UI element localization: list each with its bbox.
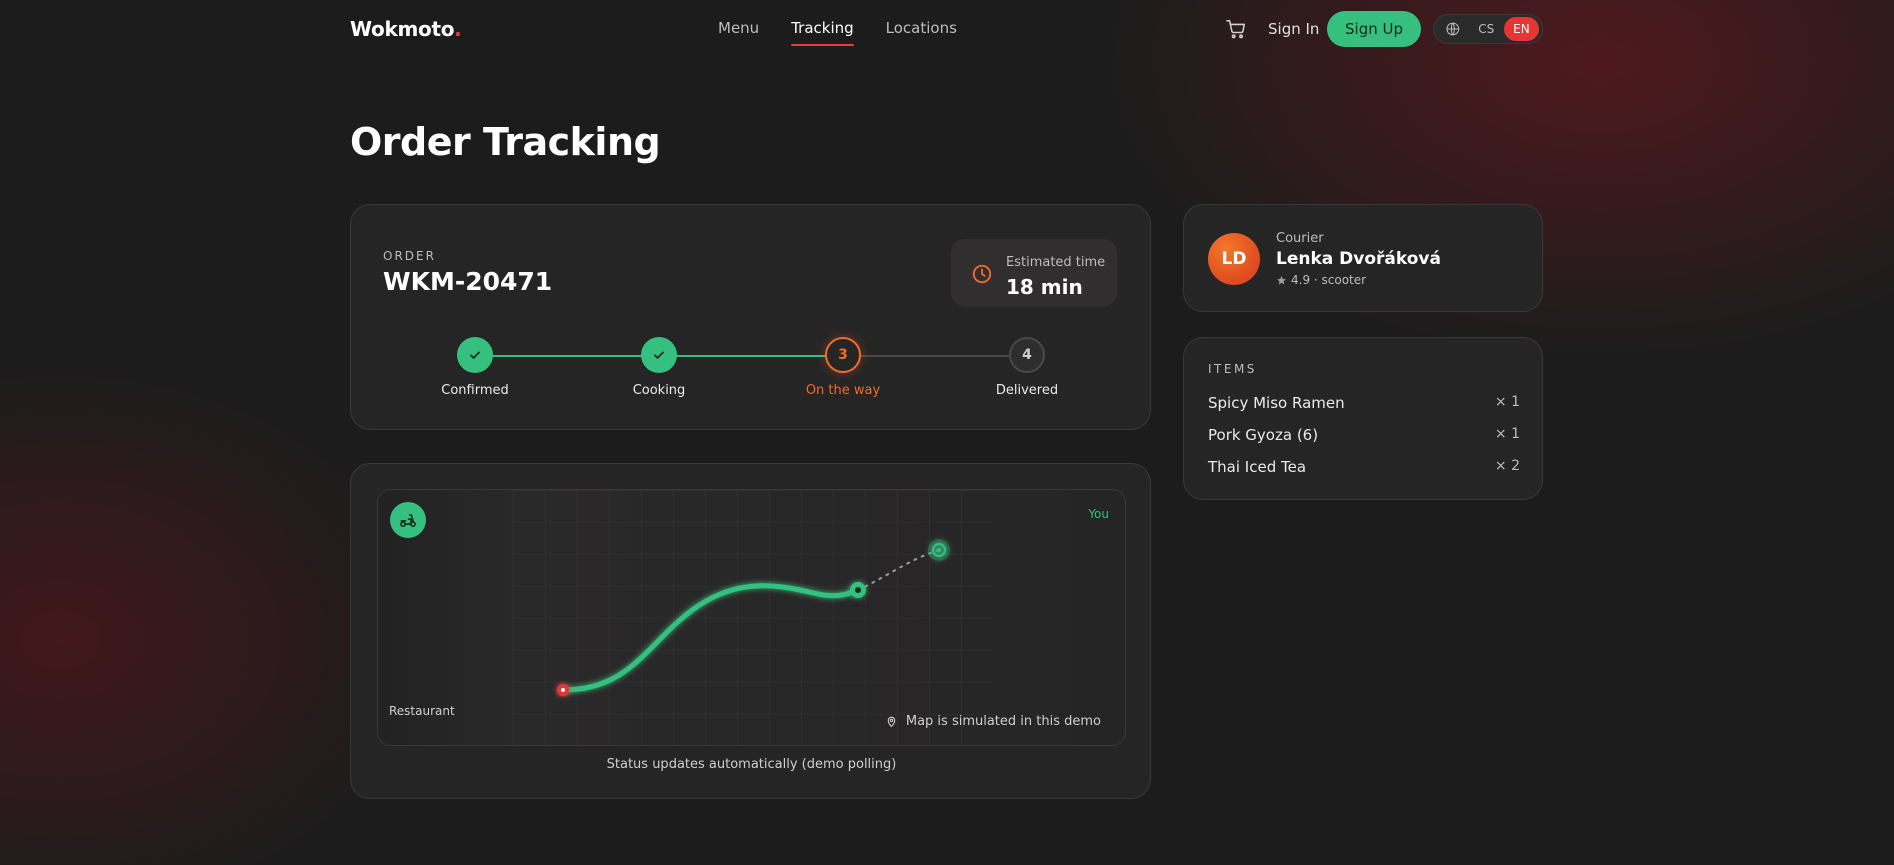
step-label: On the way (805, 383, 881, 398)
item-quantity: × 2 (1494, 458, 1520, 474)
list-item: Pork Gyoza (6) × 1 (1208, 426, 1520, 444)
courier-card: LD Courier Lenka Dvořáková 4.9 · scooter (1183, 204, 1543, 312)
item-name: Spicy Miso Ramen (1208, 394, 1345, 412)
destination-marker (928, 539, 950, 561)
star-icon (1277, 275, 1286, 284)
courier-marker (850, 582, 866, 598)
sign-in-link[interactable]: Sign In (1268, 20, 1319, 38)
restaurant-label: Restaurant (389, 704, 455, 718)
items-title: ITEMS (1208, 362, 1257, 376)
step-number: 4 (1009, 337, 1045, 373)
step-label: Cooking (632, 383, 686, 398)
order-status-card: ORDER WKM-20471 Estimated time 18 min Co… (350, 204, 1151, 430)
nav-links: Menu Tracking Locations (718, 19, 957, 46)
avatar: LD (1208, 233, 1260, 285)
eta-value: 18 min (1006, 275, 1083, 299)
order-id: WKM-20471 (383, 267, 553, 296)
step-on-the-way: 3 On the way (783, 337, 903, 398)
scooter-icon (390, 502, 426, 538)
item-quantity: × 1 (1494, 394, 1520, 410)
map-pin-icon (887, 716, 896, 728)
sign-up-button[interactable]: Sign Up (1327, 11, 1421, 47)
you-label: You (1088, 507, 1109, 521)
cart-icon[interactable] (1225, 18, 1247, 40)
step-confirmed: Confirmed (415, 337, 535, 398)
language-option-en[interactable]: EN (1503, 17, 1540, 41)
nav-link-tracking[interactable]: Tracking (791, 19, 855, 46)
courier-name: Lenka Dvořáková (1276, 249, 1441, 269)
item-name: Thai Iced Tea (1208, 458, 1307, 476)
clock-icon (972, 264, 992, 284)
status-note: Status updates automatically (demo polli… (606, 757, 897, 772)
items-card: ITEMS Spicy Miso Ramen × 1 Pork Gyoza (6… (1183, 337, 1543, 500)
top-navigation: Wokmoto. Menu Tracking Locations Sign In… (0, 0, 1894, 58)
delivery-map-card: You Restaurant Map is simulated in this … (350, 463, 1151, 799)
item-name: Pork Gyoza (6) (1208, 426, 1319, 444)
courier-rating-vehicle: 4.9 · scooter (1291, 273, 1367, 287)
brand-logo[interactable]: Wokmoto. (350, 17, 462, 41)
courier-meta: 4.9 · scooter (1276, 273, 1366, 287)
eta-label: Estimated time (1006, 255, 1106, 270)
step-label: Delivered (995, 383, 1059, 398)
nav-link-locations[interactable]: Locations (886, 19, 957, 46)
step-label: Confirmed (441, 383, 509, 398)
list-item: Spicy Miso Ramen × 1 (1208, 394, 1520, 412)
language-option-cs[interactable]: CS (1469, 17, 1504, 41)
language-switcher: CS EN (1433, 14, 1543, 44)
nav-link-menu[interactable]: Menu (718, 19, 759, 46)
restaurant-marker (557, 684, 569, 696)
order-label: ORDER (383, 249, 436, 263)
check-icon (457, 337, 493, 373)
page-title: Order Tracking (350, 120, 661, 164)
item-quantity: × 1 (1494, 426, 1520, 442)
step-cooking: Cooking (599, 337, 719, 398)
globe-icon (1446, 22, 1460, 36)
map-note: Map is simulated in this demo (885, 714, 1101, 729)
map-note-text: Map is simulated in this demo (905, 714, 1101, 729)
map-canvas (513, 490, 993, 745)
step-delivered: 4 Delivered (967, 337, 1087, 398)
step-number: 3 (825, 337, 861, 373)
delivery-map[interactable]: You Restaurant Map is simulated in this … (377, 489, 1126, 746)
courier-label: Courier (1276, 231, 1324, 246)
list-item: Thai Iced Tea × 2 (1208, 458, 1520, 476)
map-grid (513, 490, 993, 745)
estimated-time-box: Estimated time 18 min (951, 239, 1117, 307)
check-icon (641, 337, 677, 373)
